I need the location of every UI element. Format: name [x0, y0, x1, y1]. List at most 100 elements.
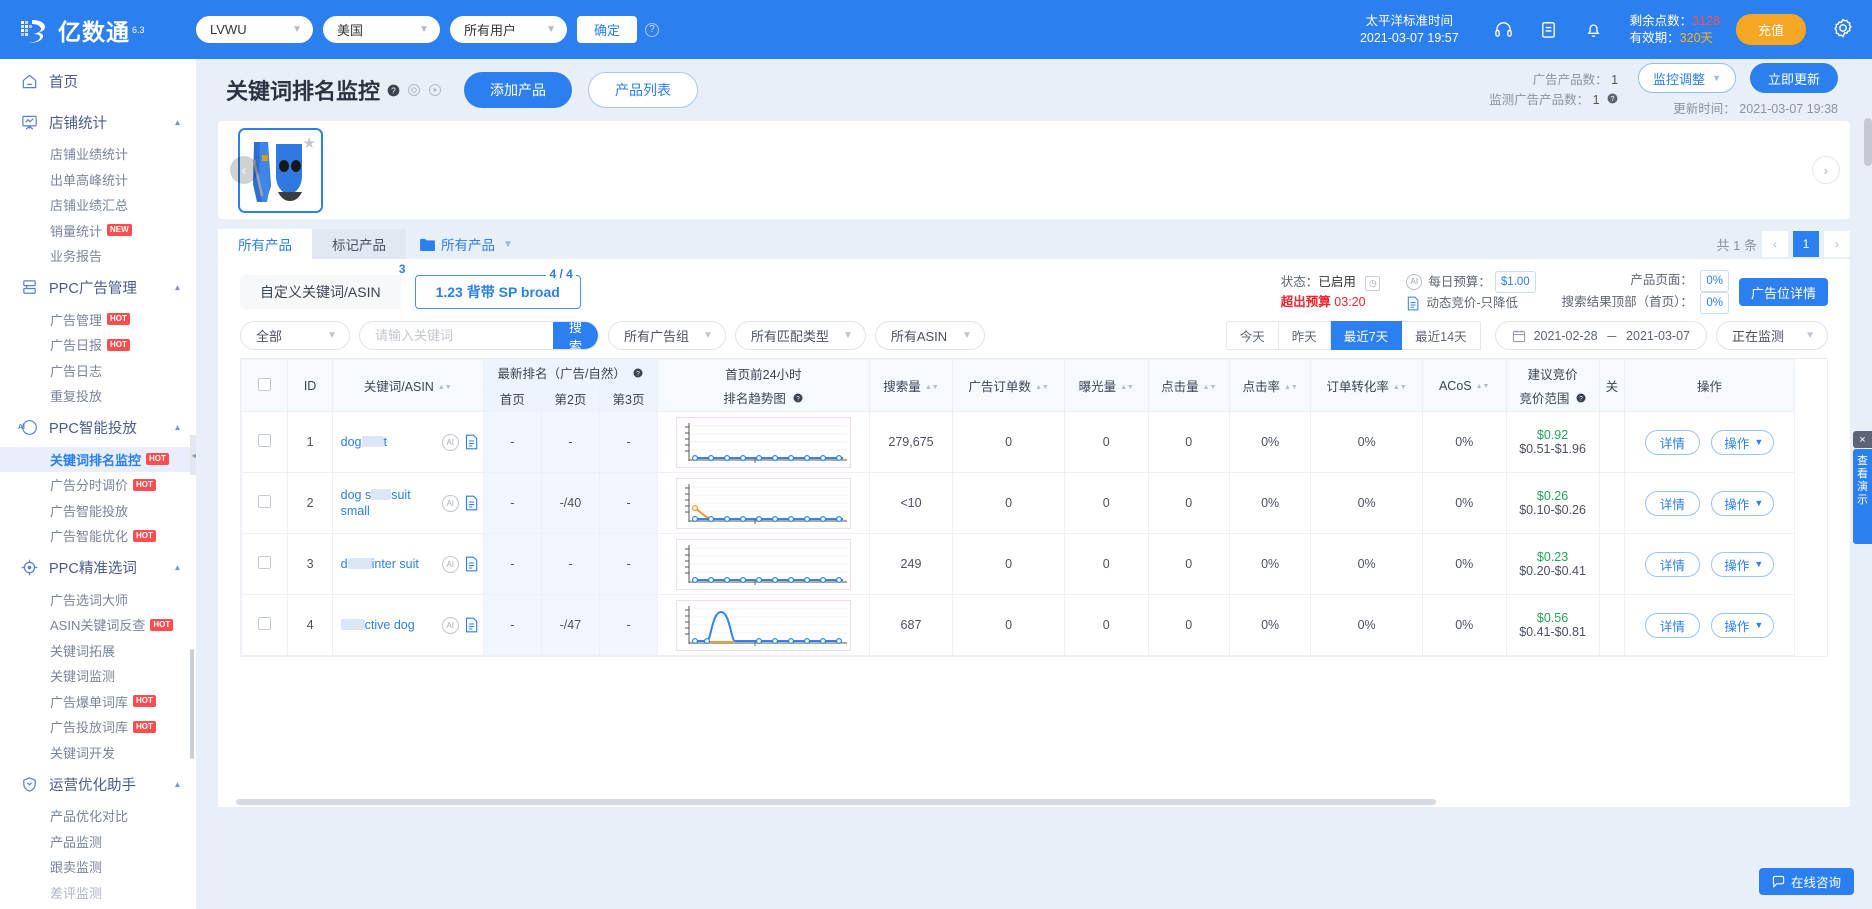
- select-all-checkbox[interactable]: [258, 378, 271, 391]
- sidebar-item-ad-log[interactable]: 广告日志: [0, 358, 196, 384]
- sidebar-item-keyword-dev[interactable]: 关键词开发: [0, 740, 196, 766]
- detail-button[interactable]: 详情: [1645, 552, 1700, 577]
- online-chat-button[interactable]: 在线咨询: [1759, 868, 1854, 895]
- detail-button[interactable]: 详情: [1645, 491, 1700, 516]
- help-icon[interactable]: ?: [1576, 392, 1586, 406]
- monitor-adjust-button[interactable]: 监控调整 ▼: [1638, 63, 1736, 93]
- sort-icon[interactable]: ▲▼: [1203, 385, 1217, 390]
- pager-prev-button[interactable]: ‹: [1762, 231, 1788, 257]
- carousel-next-button[interactable]: ›: [1812, 156, 1840, 184]
- sidebar-item-hot-keyword-lib[interactable]: 广告爆单词库HOT: [0, 689, 196, 715]
- type-select[interactable]: 全部 ▼: [240, 321, 350, 350]
- confirm-button[interactable]: 确定: [577, 16, 637, 43]
- ai-icon[interactable]: AI: [442, 556, 459, 573]
- action-menu-button[interactable]: 操作▼: [1711, 430, 1774, 455]
- recharge-button[interactable]: 充值: [1736, 14, 1806, 45]
- table-row[interactable]: 1 dogt AI: [242, 412, 1795, 473]
- add-product-button[interactable]: 添加产品: [464, 72, 572, 108]
- action-menu-button[interactable]: 操作▼: [1711, 491, 1774, 516]
- match-type-select[interactable]: 所有匹配类型 ▼: [735, 321, 866, 350]
- table-row[interactable]: 3 dinter suit AI: [242, 534, 1795, 595]
- cell-trend-chart[interactable]: [658, 473, 870, 534]
- row-checkbox[interactable]: [258, 617, 271, 630]
- sort-icon[interactable]: ▲▼: [1476, 384, 1490, 389]
- sort-icon[interactable]: ▲▼: [1035, 385, 1049, 390]
- date-today-button[interactable]: 今天: [1226, 321, 1279, 350]
- ai-icon[interactable]: AI: [442, 434, 459, 451]
- sort-icon[interactable]: ▲▼: [1284, 385, 1298, 390]
- ai-icon[interactable]: AI: [442, 617, 459, 634]
- campaign-sp-broad[interactable]: 4 / 4 1.23 背带 SP broad: [415, 275, 581, 309]
- sidebar-item-ad-keyword-lib[interactable]: 广告投放词库HOT: [0, 714, 196, 740]
- help-icon[interactable]: ?: [1607, 93, 1618, 107]
- table-row[interactable]: 2 dog ssuit small AI: [242, 473, 1795, 534]
- search-input[interactable]: [360, 322, 553, 349]
- detail-button[interactable]: 详情: [1645, 430, 1700, 455]
- th-ctr[interactable]: 点击率▲▼: [1229, 360, 1310, 412]
- table-horizontal-scrollbar[interactable]: [236, 799, 1436, 805]
- demo-panel-close-button[interactable]: ×: [1853, 431, 1872, 448]
- document-icon[interactable]: [464, 434, 479, 450]
- sort-icon[interactable]: ▲▼: [438, 385, 452, 390]
- keyword-link[interactable]: ctive dog: [341, 618, 415, 632]
- th-clicks[interactable]: 点击量▲▼: [1148, 360, 1229, 412]
- ad-placement-detail-button[interactable]: 广告位详情: [1739, 278, 1828, 306]
- sidebar-item-shop-performance[interactable]: 店铺业绩统计: [0, 141, 196, 167]
- row-checkbox-cell[interactable]: [242, 534, 288, 595]
- th-keyword[interactable]: 关键词/ASIN▲▼: [332, 360, 483, 412]
- pager-page-1[interactable]: 1: [1793, 231, 1819, 257]
- date-yesterday-button[interactable]: 昨天: [1279, 321, 1331, 350]
- sidebar-item-home[interactable]: 首页: [0, 59, 196, 103]
- sidebar-item-product-compare[interactable]: 产品优化对比: [0, 803, 196, 829]
- help-icon[interactable]: ?: [645, 23, 659, 37]
- help-icon[interactable]: ?: [633, 367, 643, 381]
- row-checkbox-cell[interactable]: [242, 473, 288, 534]
- monitor-status-select[interactable]: 正在监测 ▼: [1716, 321, 1828, 350]
- logo[interactable]: 亿数通 6.3: [0, 13, 196, 47]
- asin-select[interactable]: 所有ASIN ▼: [875, 321, 985, 350]
- campaign-custom-keyword[interactable]: 3 自定义关键词/ASIN: [240, 275, 401, 309]
- headset-icon[interactable]: [1494, 20, 1513, 39]
- sort-icon[interactable]: ▲▼: [1120, 385, 1134, 390]
- th-select-all[interactable]: [242, 360, 288, 412]
- row-checkbox[interactable]: [258, 556, 271, 569]
- keyword-link[interactable]: dog ssuit small: [341, 487, 411, 519]
- row-checkbox[interactable]: [258, 434, 271, 447]
- product-list-button[interactable]: 产品列表: [588, 72, 698, 108]
- gear-icon[interactable]: [1832, 17, 1854, 42]
- clock-icon[interactable]: ◷: [1365, 276, 1380, 291]
- pager-next-button[interactable]: ›: [1824, 231, 1850, 257]
- search-top-value[interactable]: 0%: [1700, 292, 1729, 314]
- document-icon[interactable]: [464, 556, 479, 572]
- search-button[interactable]: 搜索: [553, 321, 598, 350]
- ai-icon[interactable]: AI: [442, 495, 459, 512]
- sidebar-scrollbar[interactable]: [190, 649, 194, 759]
- tab-marked-products[interactable]: 标记产品: [312, 229, 406, 259]
- sidebar-item-keyword-master[interactable]: 广告选词大师: [0, 587, 196, 613]
- detail-button[interactable]: 详情: [1645, 613, 1700, 638]
- carousel-prev-button[interactable]: ‹: [230, 156, 258, 184]
- sidebar-item-keyword-expand[interactable]: 关键词拓展: [0, 638, 196, 664]
- camera-icon[interactable]: [407, 83, 421, 97]
- sidebar-item-duplicate-ads[interactable]: 重复投放: [0, 383, 196, 409]
- keyword-link[interactable]: dogt: [341, 435, 387, 449]
- table-row[interactable]: 4 ctive dog AI: [242, 595, 1795, 656]
- user-select[interactable]: 所有用户 ▼: [450, 16, 567, 43]
- sidebar-item-bad-review-monitor[interactable]: 差评监测: [0, 880, 196, 906]
- help-icon[interactable]: ?: [387, 84, 400, 97]
- ad-group-select[interactable]: 所有广告组 ▼: [608, 321, 726, 350]
- play-icon[interactable]: [428, 83, 442, 97]
- bell-icon[interactable]: [1584, 20, 1603, 39]
- th-impressions[interactable]: 曝光量▲▼: [1064, 360, 1148, 412]
- sidebar-item-keyword-monitor[interactable]: 关键词监测: [0, 663, 196, 689]
- sidebar-group-header[interactable]: 运营优化助手 ▾: [0, 765, 196, 803]
- keyword-link[interactable]: dinter suit: [341, 557, 419, 571]
- th-cvr[interactable]: 订单转化率▲▼: [1311, 360, 1423, 412]
- sidebar-item-keyword-rank-monitor[interactable]: 关键词排名监控HOT: [0, 447, 196, 473]
- sidebar-item-order-peak[interactable]: 出单高峰统计: [0, 167, 196, 193]
- shop-select[interactable]: LVWU ▼: [196, 16, 313, 43]
- main-scrollbar[interactable]: [1864, 118, 1872, 166]
- cell-trend-chart[interactable]: [658, 534, 870, 595]
- sidebar-group-header[interactable]: 店铺统计 ▾: [0, 103, 196, 141]
- date-picker[interactable]: 2021-02-28 － 2021-03-07: [1495, 321, 1707, 350]
